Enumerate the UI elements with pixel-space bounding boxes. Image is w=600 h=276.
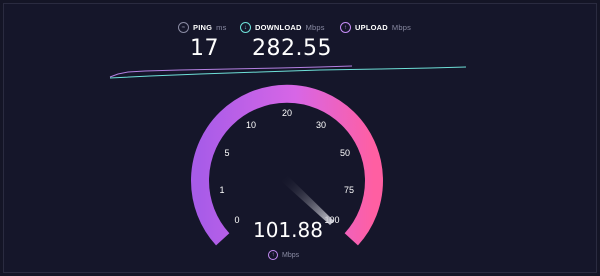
gauge-tick-label: 1: [219, 185, 224, 195]
current-speed-value: 101.88: [253, 218, 323, 242]
gauge-tick-label: 10: [246, 120, 256, 130]
gauge-tick-label: 50: [340, 148, 350, 158]
gauge-ticks: 0151020305075100: [219, 108, 354, 225]
current-speed-unit-row: ↑ Mbps: [268, 250, 299, 260]
upload-arrow-icon: ↑: [268, 250, 278, 260]
gauge-tick-label: 30: [316, 120, 326, 130]
gauge-tick-label: 5: [224, 148, 229, 158]
gauge-tick-label: 75: [344, 185, 354, 195]
gauge-tick-label: 20: [282, 108, 292, 118]
current-speed-unit: Mbps: [282, 251, 300, 259]
